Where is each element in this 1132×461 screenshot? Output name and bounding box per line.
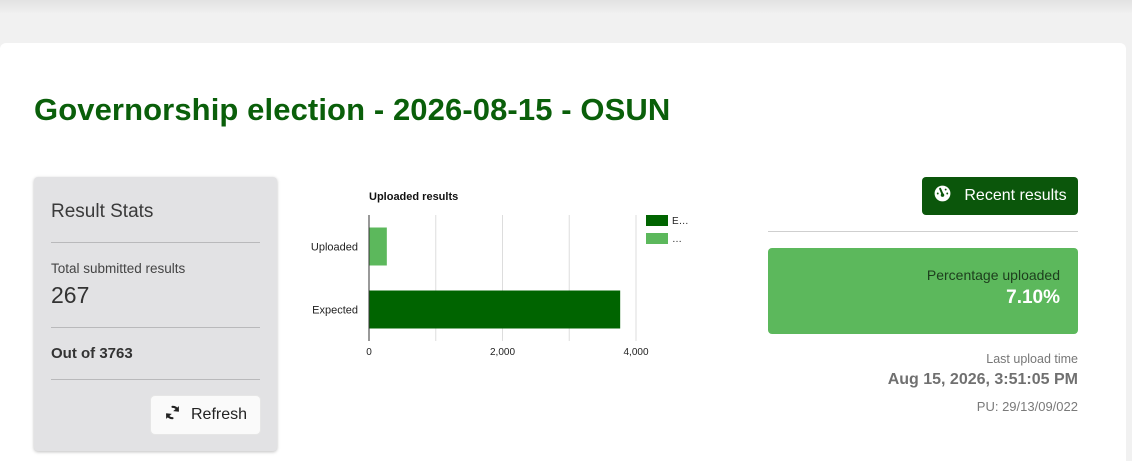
percentage-value: 7.10% xyxy=(1006,287,1060,308)
legend-label: E… xyxy=(672,216,689,227)
bar-chart-svg: Uploaded results Uploaded Expected 0 2,000 4,… xyxy=(311,191,689,358)
result-stats-panel: Result Stats Total submitted results 267… xyxy=(34,177,277,451)
out-of-total: Out of 3763 xyxy=(51,345,133,362)
legend-swatch xyxy=(646,215,668,226)
chart-title: Uploaded results xyxy=(369,191,458,203)
refresh-label: Refresh xyxy=(190,406,248,423)
total-submitted-value: 267 xyxy=(51,282,90,308)
category-label: Uploaded xyxy=(311,242,358,254)
last-upload-label: Last upload time xyxy=(986,352,1078,366)
stats-title: Result Stats xyxy=(51,201,154,222)
percentage-label: Percentage uploaded xyxy=(926,267,1060,283)
legend-swatch xyxy=(646,233,668,244)
percentage-uploaded-box: Percentage uploaded 7.10% xyxy=(768,248,1078,334)
refresh-icon xyxy=(164,404,181,426)
stats-divider xyxy=(51,242,260,243)
x-tick-label: 4,000 xyxy=(623,347,648,358)
dashboard-gauge-icon xyxy=(933,184,952,208)
legend-label: … xyxy=(672,234,682,245)
top-bar-shadow xyxy=(0,0,1132,14)
recent-results-button[interactable]: Recent results xyxy=(922,177,1078,215)
bar-expected xyxy=(369,290,621,329)
total-submitted-label: Total submitted results xyxy=(51,261,186,276)
stats-divider xyxy=(51,379,260,380)
x-tick-label: 0 xyxy=(366,347,372,358)
uploaded-results-chart: Uploaded results Uploaded Expected 0 2,000 4,… xyxy=(300,180,720,370)
category-label: Expected xyxy=(312,305,358,317)
refresh-button[interactable]: Refresh xyxy=(151,396,260,434)
recent-results-label: Recent results xyxy=(964,187,1067,204)
right-divider xyxy=(768,231,1078,232)
stats-divider xyxy=(51,327,260,328)
x-tick-label: 2,000 xyxy=(490,347,515,358)
last-upload-time: Aug 15, 2026, 3:51:05 PM xyxy=(887,371,1078,388)
polling-unit: PU: 29/13/09/022 xyxy=(976,399,1078,414)
page-title: Governorship election - 2026-08-15 - OSU… xyxy=(34,92,671,127)
bar-uploaded xyxy=(369,227,387,266)
